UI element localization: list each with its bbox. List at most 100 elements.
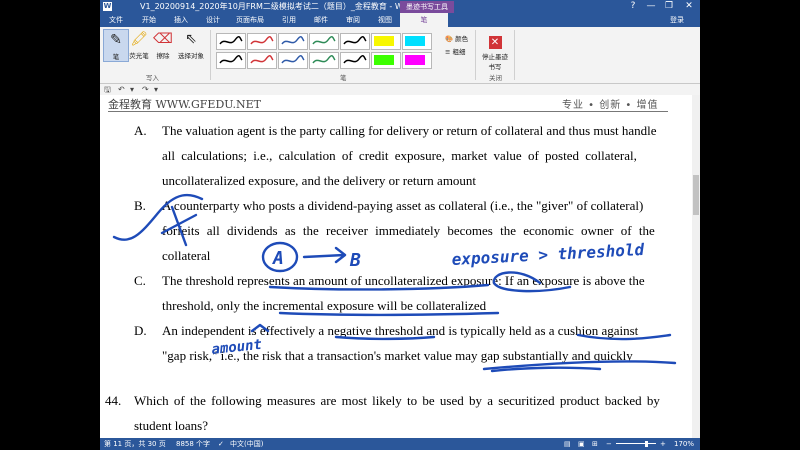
ink-annotations[interactable]: A B exposure > threshold amount [100, 95, 692, 438]
ink-a-label: A [272, 248, 284, 269]
divider [475, 30, 476, 80]
tab-pens[interactable]: 笔 [400, 13, 448, 27]
ribbon: ✎ 笔 🖍 荧光笔 ⌫ 擦除 ⇖ 选择对象 写入 🎨 颜色 ≡ 粗细 笔 ✕ 停… [100, 27, 700, 84]
stop-icon: ✕ [488, 36, 502, 49]
group-pens-label: 笔 [340, 74, 347, 82]
web-layout-icon[interactable]: ⊞ [592, 438, 598, 450]
save-icon[interactable]: 🖫 [104, 84, 111, 95]
scrollbar-thumb[interactable] [693, 175, 699, 215]
tab-mailings[interactable]: 邮件 [306, 13, 336, 27]
tab-review[interactable]: 审阅 [338, 13, 368, 27]
pen-swatch[interactable] [340, 33, 370, 50]
tab-home[interactable]: 开始 [134, 13, 164, 27]
undo-dropdown-icon[interactable]: ▾ [130, 84, 134, 95]
divider [514, 30, 515, 80]
minimize-icon[interactable]: — [644, 0, 658, 13]
pen-stroke-icon [250, 35, 274, 45]
eraser-button[interactable]: ⌫ 擦除 [151, 29, 175, 60]
color-icon: 🎨 [445, 35, 454, 43]
pen-swatch[interactable] [216, 33, 246, 50]
ink-cross [160, 205, 198, 247]
print-layout-icon[interactable]: ▣ [578, 438, 585, 450]
pen-label: 笔 [112, 53, 120, 61]
zoom-in-icon[interactable]: + [660, 438, 666, 450]
thickness-label: 粗细 [452, 48, 466, 56]
highlighter-button[interactable]: 🖍 荧光笔 [127, 29, 151, 60]
ink-checkmark [112, 193, 204, 241]
group-write-label: 写入 [146, 74, 159, 82]
divider [210, 30, 211, 80]
thickness-dropdown[interactable]: ≡ 粗细 [445, 46, 466, 56]
tab-page-layout[interactable]: 页面布局 [230, 13, 270, 27]
redo-icon[interactable]: ↷ [142, 84, 149, 95]
pen-swatch[interactable] [371, 52, 401, 69]
ink-tools-context-tab: 墨迹书写工具 [400, 1, 454, 13]
color-dropdown[interactable]: 🎨 颜色 [445, 33, 468, 43]
pen-icon: ✎ [110, 32, 122, 48]
select-objects-label: 选择对象 [178, 52, 204, 60]
highlighter-swatch-fill [374, 36, 394, 46]
pen-swatch[interactable] [402, 33, 432, 50]
group-close-label: 关闭 [489, 74, 502, 82]
pen-swatch[interactable] [340, 52, 370, 69]
tab-references[interactable]: 引用 [274, 13, 304, 27]
pen-stroke-icon [250, 54, 274, 64]
language-status[interactable]: 中文(中国) [230, 438, 263, 450]
help-icon[interactable]: ? [626, 0, 640, 13]
tab-file[interactable]: 文件 [100, 13, 132, 27]
ink-arrow [302, 246, 347, 264]
ink-underline-cushion [576, 333, 672, 341]
stop-inking-button[interactable]: ✕ 停止墨迹书写 [480, 30, 510, 71]
pen-swatch[interactable] [402, 52, 432, 69]
window-title: V1_20200914_2020年10月FRM二级模拟考试二（题目）_金程教育 … [140, 2, 416, 11]
tab-design[interactable]: 设计 [198, 13, 228, 27]
pen-stroke-icon [312, 35, 336, 45]
select-objects-button[interactable]: ⇖ 选择对象 [175, 29, 207, 60]
login-link[interactable]: 登录 [670, 13, 684, 27]
zoom-out-icon[interactable]: − [606, 438, 612, 450]
pen-stroke-icon [343, 54, 367, 64]
pen-stroke-icon [281, 54, 305, 64]
restore-icon[interactable]: ❐ [662, 0, 676, 13]
proofing-icon[interactable]: ✓ [218, 438, 224, 450]
pen-button[interactable]: ✎ 笔 [103, 29, 129, 62]
zoom-level[interactable]: 170% [674, 438, 694, 450]
document-page[interactable]: 金程教育 WWW.GFEDU.NET 专业 • 创新 • 增值 A. The v… [100, 95, 692, 438]
ink-underline-incremental [278, 311, 500, 317]
pen-swatch[interactable] [278, 33, 308, 50]
highlighter-swatch-fill [405, 55, 425, 65]
undo-icon[interactable]: ↶ [118, 84, 125, 95]
word-window: W V1_20200914_2020年10月FRM二级模拟考试二（题目）_金程教… [100, 0, 700, 450]
customize-qat-icon[interactable]: ▾ [154, 84, 158, 95]
zoom-slider[interactable] [616, 443, 656, 444]
ink-exposure-threshold-note: exposure > threshold [451, 240, 645, 269]
pen-swatch[interactable] [309, 33, 339, 50]
ink-caret [250, 323, 270, 333]
word-count[interactable]: 8858 个字 [176, 438, 210, 450]
eraser-label: 擦除 [156, 52, 170, 60]
tab-view[interactable]: 视图 [370, 13, 400, 27]
pen-swatch[interactable] [247, 52, 277, 69]
color-label: 颜色 [455, 35, 469, 43]
pen-swatch[interactable] [247, 33, 277, 50]
pen-stroke-icon [219, 54, 243, 64]
pen-swatch[interactable] [216, 52, 246, 69]
quick-access-toolbar: 🖫 ↶ ▾ ↷ ▾ [100, 84, 700, 95]
ribbon-tabs: 文件 开始 插入 设计 页面布局 引用 邮件 审阅 视图 笔 登录 [100, 13, 700, 27]
tab-insert[interactable]: 插入 [166, 13, 196, 27]
pen-swatch[interactable] [309, 52, 339, 69]
read-mode-icon[interactable]: ▤ [564, 438, 571, 450]
ink-underline-quickly [490, 366, 602, 373]
vertical-scrollbar[interactable] [692, 95, 700, 438]
pen-stroke-icon [312, 54, 336, 64]
pen-swatch[interactable] [278, 52, 308, 69]
pen-swatch[interactable] [371, 33, 401, 50]
highlighter-swatch-fill [405, 36, 425, 46]
status-bar: 第 11 页，共 30 页 8858 个字 ✓ 中文(中国) ▤ ▣ ⊞ − +… [100, 438, 700, 450]
zoom-slider-thumb[interactable] [645, 441, 648, 447]
page-count[interactable]: 第 11 页，共 30 页 [104, 438, 166, 450]
ink-underline-exposure [268, 283, 490, 291]
close-icon[interactable]: ✕ [682, 0, 696, 13]
pen-stroke-icon [343, 35, 367, 45]
eraser-icon: ⌫ [153, 31, 173, 47]
